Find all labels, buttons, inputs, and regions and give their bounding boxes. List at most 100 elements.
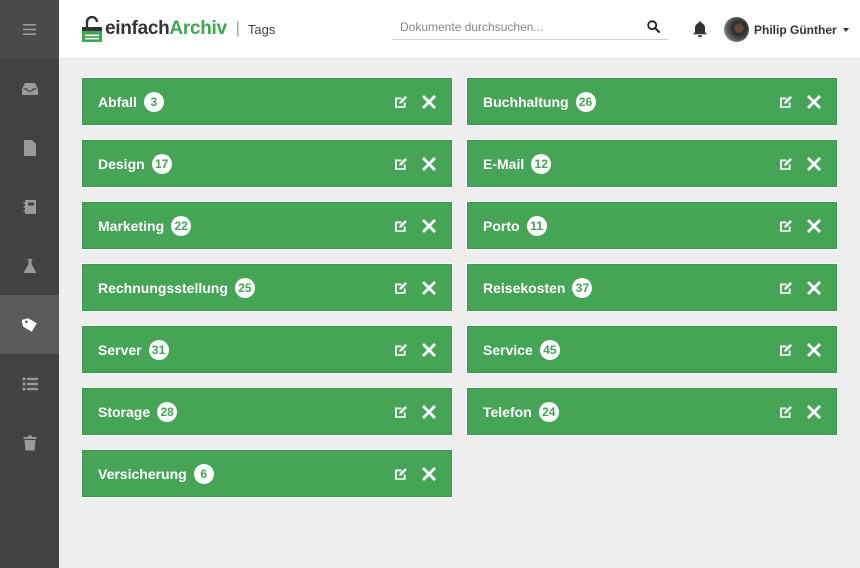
edit-tag-button[interactable] [778, 280, 794, 296]
delete-tag-button[interactable] [421, 280, 437, 296]
edit-icon [395, 343, 407, 356]
tag-count-badge: 17 [151, 153, 172, 174]
edit-tag-button[interactable] [393, 342, 409, 358]
edit-icon [780, 281, 792, 294]
edit-icon [780, 343, 792, 356]
inbox-icon [21, 82, 38, 95]
delete-tag-button[interactable] [421, 404, 437, 420]
delete-tag-button[interactable] [806, 94, 822, 110]
tag-count-badge: 6 [193, 463, 214, 484]
document-icon [23, 139, 36, 156]
edit-tag-button[interactable] [778, 94, 794, 110]
page-title: Tags [247, 21, 276, 37]
archive-lock-icon [82, 16, 102, 42]
edit-tag-button[interactable] [393, 280, 409, 296]
edit-tag-button[interactable] [393, 218, 409, 234]
close-icon [807, 156, 821, 171]
menu-toggle-button[interactable] [0, 0, 59, 59]
tag-name[interactable]: Server [98, 342, 142, 358]
close-icon [422, 156, 436, 171]
tag-name[interactable]: Marketing [98, 218, 164, 234]
edit-icon [780, 219, 792, 232]
sidebar [0, 0, 59, 568]
close-icon [422, 404, 436, 419]
tag-item: Reisekosten 37 [467, 264, 837, 311]
close-icon [807, 218, 821, 233]
edit-icon [395, 405, 407, 418]
delete-tag-button[interactable] [421, 94, 437, 110]
search-input[interactable] [392, 16, 632, 38]
tag-count-badge: 45 [539, 339, 560, 360]
edit-tag-button[interactable] [393, 156, 409, 172]
delete-tag-button[interactable] [806, 218, 822, 234]
tag-name[interactable]: Storage [98, 404, 150, 420]
edit-tag-button[interactable] [393, 466, 409, 482]
edit-tag-button[interactable] [393, 404, 409, 420]
tags-grid: Abfall 3 Buchhaltung 26 Design 17 E-Mail… [82, 78, 837, 497]
delete-tag-button[interactable] [421, 156, 437, 172]
logo[interactable]: einfachArchiv | Tags [82, 16, 275, 42]
tag-item: Porto 11 [467, 202, 837, 249]
bell-icon[interactable] [691, 20, 709, 38]
tag-count-badge: 37 [572, 277, 593, 298]
tag-count-badge: 12 [531, 153, 552, 174]
edit-icon [780, 405, 792, 418]
sidebar-item-lab[interactable] [0, 236, 59, 295]
tag-item: E-Mail 12 [467, 140, 837, 187]
brand-name: einfachArchiv [105, 18, 227, 40]
tag-item: Telefon 24 [467, 388, 837, 435]
tag-item: Marketing 22 [82, 202, 452, 249]
tag-name[interactable]: Design [98, 156, 145, 172]
sidebar-item-documents[interactable] [0, 118, 59, 177]
edit-icon [395, 157, 407, 170]
sidebar-item-trash[interactable] [0, 413, 59, 472]
tag-name[interactable]: Service [483, 342, 533, 358]
breadcrumb-separator: | [235, 20, 240, 37]
delete-tag-button[interactable] [806, 404, 822, 420]
tag-name[interactable]: E-Mail [483, 156, 524, 172]
sidebar-item-lists[interactable] [0, 354, 59, 413]
delete-tag-button[interactable] [806, 342, 822, 358]
tag-item: Versicherung 6 [82, 450, 452, 497]
edit-tag-button[interactable] [393, 94, 409, 110]
tag-item: Rechnungsstellung 25 [82, 264, 452, 311]
delete-tag-button[interactable] [421, 466, 437, 482]
edit-tag-button[interactable] [778, 404, 794, 420]
user-name: Philip Günther [754, 22, 837, 37]
tag-name[interactable]: Porto [483, 218, 520, 234]
list-icon [21, 376, 38, 391]
edit-tag-button[interactable] [778, 218, 794, 234]
user-menu[interactable]: Philip Günther [724, 17, 849, 42]
tag-name[interactable]: Reisekosten [483, 280, 565, 296]
chevron-down-icon [842, 27, 849, 32]
edit-tag-button[interactable] [778, 156, 794, 172]
trash-icon [23, 435, 36, 450]
close-icon [422, 218, 436, 233]
search-icon[interactable] [647, 20, 660, 33]
brand-part1: einfach [105, 18, 170, 39]
tag-name[interactable]: Rechnungsstellung [98, 280, 228, 296]
tag-count-badge: 22 [171, 215, 192, 236]
tag-name[interactable]: Telefon [483, 404, 532, 420]
delete-tag-button[interactable] [806, 156, 822, 172]
tag-name[interactable]: Abfall [98, 94, 137, 110]
close-icon [807, 94, 821, 109]
tag-item: Abfall 3 [82, 78, 452, 125]
close-icon [422, 280, 436, 295]
tag-count-badge: 24 [538, 401, 559, 422]
tag-count-badge: 11 [526, 215, 547, 236]
delete-tag-button[interactable] [806, 280, 822, 296]
delete-tag-button[interactable] [421, 342, 437, 358]
sidebar-item-tags[interactable] [0, 295, 59, 354]
delete-tag-button[interactable] [421, 218, 437, 234]
tag-name[interactable]: Versicherung [98, 466, 187, 482]
tag-name[interactable]: Buchhaltung [483, 94, 569, 110]
tag-count-badge: 3 [143, 91, 164, 112]
tag-item: Storage 28 [82, 388, 452, 435]
edit-tag-button[interactable] [778, 342, 794, 358]
tag-item: Service 45 [467, 326, 837, 373]
tag-count-badge: 26 [575, 91, 596, 112]
sidebar-item-inbox[interactable] [0, 59, 59, 118]
sidebar-item-address-book[interactable] [0, 177, 59, 236]
tag-count-badge: 25 [234, 277, 255, 298]
